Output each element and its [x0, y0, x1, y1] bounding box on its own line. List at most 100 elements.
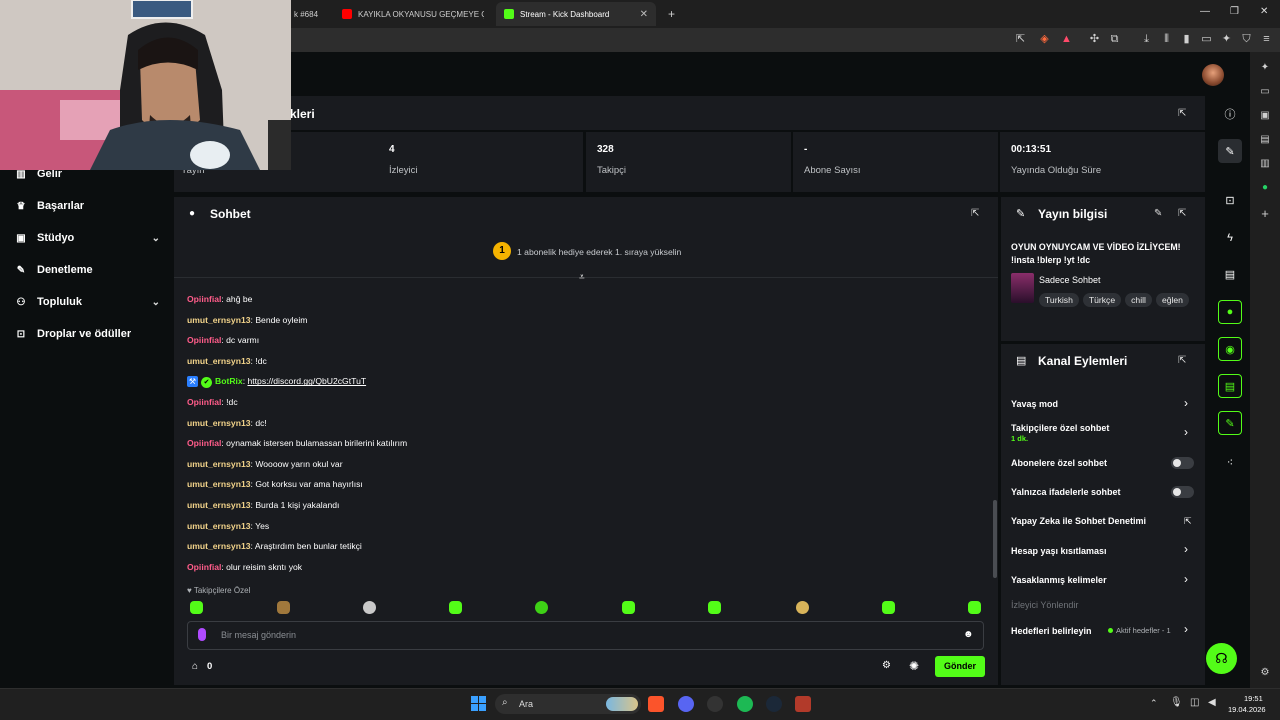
- slow-mode-item[interactable]: Yavaş mod: [1011, 399, 1058, 409]
- chat-input-box[interactable]: [187, 621, 984, 650]
- obs-icon[interactable]: [707, 696, 723, 712]
- discord-icon[interactable]: [678, 696, 694, 712]
- add-panel-icon[interactable]: +: [1258, 206, 1272, 221]
- share-icon[interactable]: ⇱: [1014, 33, 1027, 46]
- gift-promo-text[interactable]: 1 abonelik hediye ederek 1. sıraya yükse…: [517, 247, 681, 257]
- library-icon[interactable]: ⫴: [1160, 33, 1173, 46]
- chat-username[interactable]: umut_ernsyn13: [187, 500, 251, 510]
- chat-username[interactable]: Opiinfial: [187, 397, 221, 407]
- sidebar-item-basarilar[interactable]: ♛ Başarılar: [15, 197, 160, 215]
- maximize-icon[interactable]: ❐: [1230, 6, 1239, 17]
- set-goals-item[interactable]: Hedefleri belirleyin: [1011, 626, 1092, 636]
- browser-tab-youtube[interactable]: KAYIKLA OKYANUSU GEÇMEYE ÇALIŞ: [334, 2, 492, 26]
- brave-rewards-icon[interactable]: ▲: [1060, 33, 1073, 46]
- pinned-toggle-icon[interactable]: ⩡: [579, 272, 585, 283]
- sidebar-item-droplar[interactable]: ⊡ Droplar ve ödüller: [15, 325, 160, 343]
- brave-shield-icon[interactable]: ◈: [1038, 33, 1051, 46]
- screenshot-icon[interactable]: ⊡: [1218, 188, 1242, 212]
- network-icon[interactable]: ◫: [1190, 697, 1199, 708]
- emote[interactable]: [277, 601, 290, 614]
- taskbar-date[interactable]: 19.04.2026: [1228, 705, 1266, 714]
- external-link-icon[interactable]: ⇱: [1184, 516, 1192, 527]
- edit-icon[interactable]: ✎: [1154, 208, 1162, 219]
- spotify-icon[interactable]: [737, 696, 753, 712]
- avatar[interactable]: [1202, 64, 1224, 86]
- chevron-down-icon[interactable]: ⌄: [152, 297, 160, 308]
- microphone-icon[interactable]: [198, 628, 206, 641]
- browser-tab[interactable]: k #684: [286, 2, 332, 26]
- edit-icon[interactable]: ✎: [1218, 139, 1242, 163]
- vpn-icon[interactable]: ⛉: [1240, 33, 1253, 46]
- wrench-icon[interactable]: ✎: [1218, 411, 1242, 435]
- send-button[interactable]: Gönder: [935, 656, 985, 677]
- tag[interactable]: Turkish: [1039, 293, 1079, 307]
- leo-ai-icon[interactable]: ✦: [1220, 33, 1233, 46]
- emote[interactable]: [535, 601, 548, 614]
- browser-tab-kick-dashboard[interactable]: Stream - Kick Dashboard ✕: [496, 2, 656, 26]
- extensions-icon[interactable]: ✣: [1088, 33, 1101, 46]
- translate-icon[interactable]: ⧉: [1108, 33, 1121, 46]
- emote[interactable]: [449, 601, 462, 614]
- chat-username[interactable]: umut_ernsyn13: [187, 459, 251, 469]
- close-window-icon[interactable]: ✕: [1260, 6, 1268, 17]
- wallet-icon[interactable]: ▣: [1258, 110, 1272, 121]
- info-icon[interactable]: ⓘ: [1218, 102, 1242, 126]
- microphone-tray-icon[interactable]: 🎙: [1170, 697, 1183, 708]
- lightning-icon[interactable]: ϟ: [1218, 226, 1242, 250]
- new-tab-button[interactable]: +: [660, 2, 680, 26]
- chat-username[interactable]: umut_ernsyn13: [187, 521, 251, 531]
- download-icon[interactable]: ⤓: [1140, 33, 1153, 46]
- popout-icon[interactable]: ⇱: [1178, 208, 1186, 219]
- brave-browser-icon[interactable]: [648, 696, 664, 712]
- wallet-icon[interactable]: ▭: [1200, 33, 1213, 46]
- sidebar-settings-icon[interactable]: ⚙: [1258, 667, 1272, 678]
- chat-settings-icon[interactable]: ⚙: [882, 660, 891, 671]
- sidebar-item-denetleme[interactable]: ✎ Denetleme: [15, 261, 160, 279]
- chat-username[interactable]: umut_ernsyn13: [187, 418, 251, 428]
- account-age-item[interactable]: Hesap yaşı kısıtlaması: [1011, 546, 1107, 556]
- followers-only-chat-item[interactable]: Takipçilere özel sohbet: [1011, 423, 1109, 433]
- history-icon[interactable]: ▥: [1258, 158, 1272, 169]
- chevron-right-icon[interactable]: ›: [1184, 622, 1188, 636]
- popout-icon[interactable]: ⇱: [1178, 355, 1186, 366]
- category-name[interactable]: Sadece Sohbet: [1039, 275, 1101, 285]
- emote[interactable]: [190, 601, 203, 614]
- emote[interactable]: [622, 601, 635, 614]
- emote-only-toggle[interactable]: [1171, 486, 1194, 498]
- reading-list-icon[interactable]: ▭: [1258, 86, 1272, 97]
- tray-chevron-icon[interactable]: ⌃: [1150, 698, 1158, 709]
- chat-username[interactable]: umut_ernsyn13: [187, 315, 251, 325]
- taskbar-time[interactable]: 19:51: [1244, 694, 1263, 703]
- chevron-right-icon[interactable]: ›: [1184, 396, 1188, 410]
- emote[interactable]: [796, 601, 809, 614]
- chat-username[interactable]: umut_ernsyn13: [187, 356, 251, 366]
- ai-moderation-item[interactable]: Yapay Zeka ile Sohbet Denetimi: [1011, 516, 1146, 526]
- chat-popout-icon[interactable]: ⇱: [971, 208, 979, 219]
- leo-ai-icon[interactable]: ✦: [1258, 62, 1272, 73]
- chat-username[interactable]: Opiinfial: [187, 438, 221, 448]
- chevron-down-icon[interactable]: ⌄: [152, 233, 160, 244]
- chat-username[interactable]: umut_ernsyn13: [187, 479, 251, 489]
- chevron-right-icon[interactable]: ›: [1184, 425, 1188, 439]
- menu-icon[interactable]: ≡: [1260, 33, 1273, 46]
- chat-username[interactable]: umut_ernsyn13: [187, 541, 251, 551]
- emote[interactable]: [968, 601, 981, 614]
- whatsapp-icon[interactable]: ●: [1258, 182, 1272, 193]
- tag[interactable]: eğlen: [1155, 293, 1189, 307]
- volume-icon[interactable]: ◀: [1208, 697, 1216, 708]
- sidebar-toggle-icon[interactable]: ▮: [1180, 33, 1193, 46]
- emote[interactable]: [708, 601, 721, 614]
- channel-actions-icon[interactable]: ▤: [1218, 374, 1242, 398]
- banned-words-item[interactable]: Yasaklanmış kelimeler: [1011, 575, 1107, 585]
- subscribers-only-toggle[interactable]: [1171, 457, 1194, 469]
- bookmarks-icon[interactable]: ▤: [1258, 134, 1272, 145]
- close-tab-icon[interactable]: ✕: [640, 9, 648, 20]
- game-icon[interactable]: [795, 696, 811, 712]
- popout-icon[interactable]: ⇱: [1178, 108, 1186, 119]
- quick-emotes-icon[interactable]: ✺: [909, 659, 919, 673]
- chat-username[interactable]: Opiinfial: [187, 335, 221, 345]
- emote[interactable]: [882, 601, 895, 614]
- support-chat-icon[interactable]: ☊: [1206, 643, 1237, 674]
- emote[interactable]: [363, 601, 376, 614]
- minimize-icon[interactable]: —: [1200, 6, 1210, 17]
